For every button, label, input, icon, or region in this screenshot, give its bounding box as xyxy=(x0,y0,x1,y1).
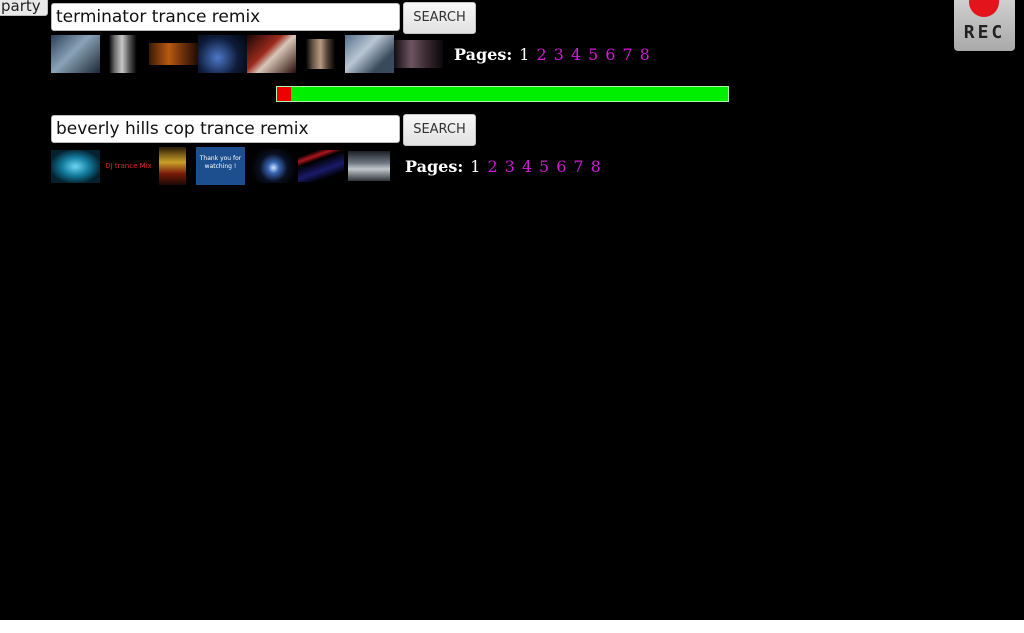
pages-label: Pages: xyxy=(454,45,513,64)
video-thumbnail[interactable] xyxy=(345,35,394,73)
page-link-2[interactable]: 2 xyxy=(536,45,546,64)
page-link-8[interactable]: 8 xyxy=(591,157,601,176)
page-link-5[interactable]: 5 xyxy=(539,157,549,176)
page-link-7[interactable]: 7 xyxy=(622,45,632,64)
video-thumbnail[interactable] xyxy=(51,149,100,183)
search-button-2[interactable]: SEARCH xyxy=(403,114,476,146)
video-thumbnail[interactable] xyxy=(348,151,390,181)
pagination-1: Pages: 1 2 3 4 5 6 7 8 xyxy=(454,45,650,64)
page-link-8[interactable]: 8 xyxy=(640,45,650,64)
pagination-2: Pages: 1 2 3 4 5 6 7 8 xyxy=(405,157,601,176)
page-link-3[interactable]: 3 xyxy=(505,157,515,176)
page-link-3[interactable]: 3 xyxy=(554,45,564,64)
search-input-2[interactable]: beverly hills cop trance remix xyxy=(51,115,400,143)
page-link-6[interactable]: 6 xyxy=(605,45,615,64)
thumbnail-strip-2: DJ trance Mix Thank you for watching ! xyxy=(51,147,390,185)
party-button[interactable]: party xyxy=(0,0,48,16)
video-thumbnail[interactable] xyxy=(100,35,149,73)
pages-label: Pages: xyxy=(405,157,464,176)
video-thumbnail[interactable] xyxy=(51,35,100,73)
video-thumbnail[interactable]: Thank you for watching ! xyxy=(196,147,245,185)
page-link-4[interactable]: 4 xyxy=(522,157,532,176)
record-dot-icon xyxy=(969,0,999,17)
video-thumbnail[interactable] xyxy=(249,149,298,183)
page-link-4[interactable]: 4 xyxy=(571,45,581,64)
video-thumbnail[interactable] xyxy=(159,147,186,185)
video-thumbnail[interactable]: DJ trance Mix xyxy=(104,151,153,181)
current-page: 1 xyxy=(470,157,481,176)
progress-fill xyxy=(277,87,291,101)
progress-bar[interactable] xyxy=(276,86,729,102)
page-link-7[interactable]: 7 xyxy=(573,157,583,176)
record-label: REC xyxy=(963,22,1006,43)
video-thumbnail[interactable] xyxy=(198,35,247,73)
page-link-6[interactable]: 6 xyxy=(556,157,566,176)
search-input-1[interactable]: terminator trance remix xyxy=(51,3,400,31)
search-button-1[interactable]: SEARCH xyxy=(403,2,476,34)
video-thumbnail[interactable] xyxy=(298,150,344,182)
page-link-5[interactable]: 5 xyxy=(588,45,598,64)
current-page: 1 xyxy=(519,45,530,64)
page-link-2[interactable]: 2 xyxy=(487,157,497,176)
record-button[interactable]: REC xyxy=(954,0,1015,51)
video-thumbnail[interactable] xyxy=(296,39,345,69)
video-thumbnail[interactable] xyxy=(247,35,296,73)
bottom-strip xyxy=(0,620,1024,633)
video-thumbnail[interactable] xyxy=(394,40,443,68)
video-thumbnail[interactable] xyxy=(149,43,198,65)
thumbnail-strip-1 xyxy=(51,35,443,73)
